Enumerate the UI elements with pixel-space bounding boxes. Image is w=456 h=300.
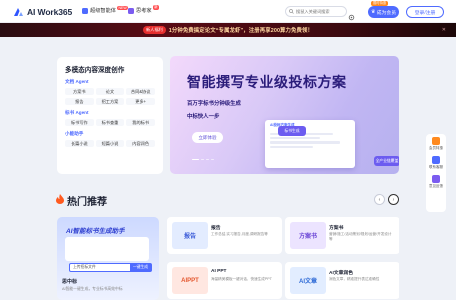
logo-text: AI Work365 xyxy=(27,6,73,17)
carousel-dot[interactable] xyxy=(201,159,204,161)
hero-subtitle-2: 中标快人一步 xyxy=(187,114,220,120)
prev-arrow-icon[interactable]: ‹ xyxy=(374,194,385,205)
promo-pill: 新人福利 xyxy=(142,26,166,34)
ppt-thumbnail: AIPPT xyxy=(172,267,208,294)
carousel-dots[interactable] xyxy=(192,159,214,161)
report-thumbnail: 报告 xyxy=(172,222,208,249)
panel-title: 多模态内容深度创作 xyxy=(65,67,125,74)
tag-polish[interactable]: 内容润色 xyxy=(126,140,155,147)
nav-label: 思考家 xyxy=(136,8,152,14)
try-now-button[interactable]: 立即体验 xyxy=(192,132,223,143)
thinker-icon xyxy=(128,7,134,14)
become-member-button[interactable]: ♛ 成为会员 xyxy=(368,6,399,18)
search-icon xyxy=(289,9,294,14)
upload-hint: 上传招标文件 xyxy=(73,265,96,269)
feedback-link[interactable]: 意见反馈 xyxy=(429,175,443,188)
headset-icon xyxy=(432,156,440,164)
gift-icon xyxy=(432,137,440,145)
search-input[interactable] xyxy=(296,9,344,14)
hero-subtitle: 百万字标书分钟级生成 xyxy=(187,101,241,107)
logo-icon xyxy=(13,7,24,17)
tile-desc: 工作总结,实习报告,月度,调研报告等 xyxy=(211,232,268,236)
flame-icon xyxy=(56,194,64,207)
section-label-assistant: 小能助手 xyxy=(65,131,84,136)
tile-report[interactable]: 报告 报告 工作总结,实习报告,月度,调研报告等 xyxy=(167,217,282,254)
new-badge: NEW xyxy=(116,5,129,10)
member-label: 成为会员 xyxy=(376,10,396,16)
tag-recruit-plan[interactable]: 招工方案 xyxy=(95,98,125,105)
logo[interactable]: AI Work365 xyxy=(13,6,72,17)
section-label-document-agent: 文档 Agent xyxy=(65,79,89,84)
featured-name: 思中标 xyxy=(62,279,78,285)
mockup-line xyxy=(270,141,341,144)
tile-proposal[interactable]: 方案书 方案书 营销/施工/活动策划/规划/运营/开发设计等 xyxy=(285,217,399,254)
hot-section-header: 热门推荐 xyxy=(56,193,107,208)
customer-service-link[interactable]: 联系客服 xyxy=(429,156,443,169)
nav-item-super-agent[interactable]: 超级智能体 NEW xyxy=(82,5,129,14)
tag-proposal[interactable]: 方案书 xyxy=(65,88,94,95)
tag-short-novel[interactable]: 短篇小说 xyxy=(95,140,125,147)
featured-title: AI智能标书生成助手 xyxy=(66,228,125,235)
generate-button[interactable]: 一键生成 xyxy=(129,264,151,271)
side-label: 会员特惠 xyxy=(429,146,443,150)
featured-card-bid[interactable]: AI智能标书生成助手 上传招标文件 一键生成 思中标 AI智能一键生成，专业标书… xyxy=(57,217,159,300)
limited-offer-badge: 限时特惠 xyxy=(371,1,389,6)
featured-preview xyxy=(65,237,149,261)
nav-label: 超级智能体 xyxy=(90,8,116,14)
side-label: 意见反馈 xyxy=(429,184,443,188)
section-label-bid-agent: 标书 Agent xyxy=(65,110,89,115)
search-box[interactable] xyxy=(285,6,347,17)
next-arrow-icon[interactable]: › xyxy=(388,194,399,205)
tile-name: 报告 xyxy=(211,226,221,231)
tile-ai-ppt[interactable]: AIPPT AI PPT 海量精美模板一键对话，快速生成PPT xyxy=(167,262,282,299)
tile-name: 方案书 xyxy=(329,226,344,231)
tag-long-novel[interactable]: 长篇小说 xyxy=(65,140,94,147)
floating-sidebar: 会员特惠 联系客服 意见反馈 xyxy=(426,134,446,212)
mockup-line xyxy=(270,137,320,140)
feedback-icon xyxy=(432,175,440,183)
mockup-badge: 全产业链覆盖 xyxy=(374,156,399,166)
tag-report[interactable]: 报告 xyxy=(65,98,94,105)
polish-thumbnail: AI文章 xyxy=(290,267,326,294)
promo-text: 1分钟免费搞定论文“专属龙虾”，注册再享200算力免费领！ xyxy=(168,28,314,34)
tag-bid-writing[interactable]: 标书写作 xyxy=(65,119,94,126)
section-title: 热门推荐 xyxy=(67,197,107,208)
login-register-button[interactable]: 登录/注册 xyxy=(406,6,444,18)
tile-name: AI PPT xyxy=(211,269,227,274)
tile-ai-polish[interactable]: AI文章 AI文章润色 润色文章，精准提升表达准确性 xyxy=(285,262,399,299)
crown-icon: ♛ xyxy=(370,9,376,15)
hero-carousel[interactable]: 智能撰写专业级投标方案 百万字标书分钟级生成 中标快人一步 立即体验 AI投标方… xyxy=(170,56,399,174)
carousel-arrows: ‹ › xyxy=(374,194,399,205)
featured-desc: AI智能一键生成，专业标书高效中标 xyxy=(62,287,123,291)
tag-bid-check[interactable]: 标书查重 xyxy=(95,119,125,126)
tag-contract[interactable]: 合同&协议 xyxy=(126,88,155,95)
new-badge: 新 xyxy=(152,5,160,10)
top-navigation-bar: AI Work365 超级智能体 NEW 思考家 新 ♛ 成为会员 限时特惠 登… xyxy=(0,0,456,23)
proposal-thumbnail: 方案书 xyxy=(290,222,326,249)
recommendation-grid: AI智能标书生成助手 上传招标文件 一键生成 思中标 AI智能一键生成，专业标书… xyxy=(57,217,399,300)
tag-paper[interactable]: 论文 xyxy=(95,88,125,95)
upload-bar[interactable]: 上传招标文件 一键生成 xyxy=(69,263,152,272)
side-label: 联系客服 xyxy=(429,165,443,169)
mockup-badge: 标书生成 xyxy=(278,126,306,136)
tag-my-bids[interactable]: 我的标书 xyxy=(126,119,155,126)
nav-item-thinker[interactable]: 思考家 新 xyxy=(128,5,160,14)
tile-desc: 营销/施工/活动策划/规划/运营/开发设计等 xyxy=(329,232,392,241)
close-icon[interactable]: ✕ xyxy=(442,27,446,33)
carousel-dot[interactable] xyxy=(206,159,209,161)
promo-banner[interactable]: 新人福利 1分钟免费搞定论文“专属龙虾”，注册再享200算力免费领！ ✕ xyxy=(0,23,456,37)
tile-desc: 海量精美模板一键对话，快速生成PPT xyxy=(211,277,272,281)
carousel-dot[interactable] xyxy=(211,159,214,161)
creation-panel: 多模态内容深度创作 文档 Agent 方案书 论文 合同&协议 报告 招工方案 … xyxy=(57,57,163,174)
tag-more[interactable]: 更多+ xyxy=(126,98,155,105)
mockup-line xyxy=(270,145,314,148)
agent-icon xyxy=(82,7,88,14)
tile-desc: 润色文章，精准提升表达准确性 xyxy=(329,277,380,281)
hero-title: 智能撰写专业级投标方案 xyxy=(187,74,347,90)
carousel-dot[interactable] xyxy=(192,159,199,161)
member-offer-link[interactable]: 会员特惠 xyxy=(429,137,443,150)
tile-name: AI文章润色 xyxy=(329,271,353,276)
